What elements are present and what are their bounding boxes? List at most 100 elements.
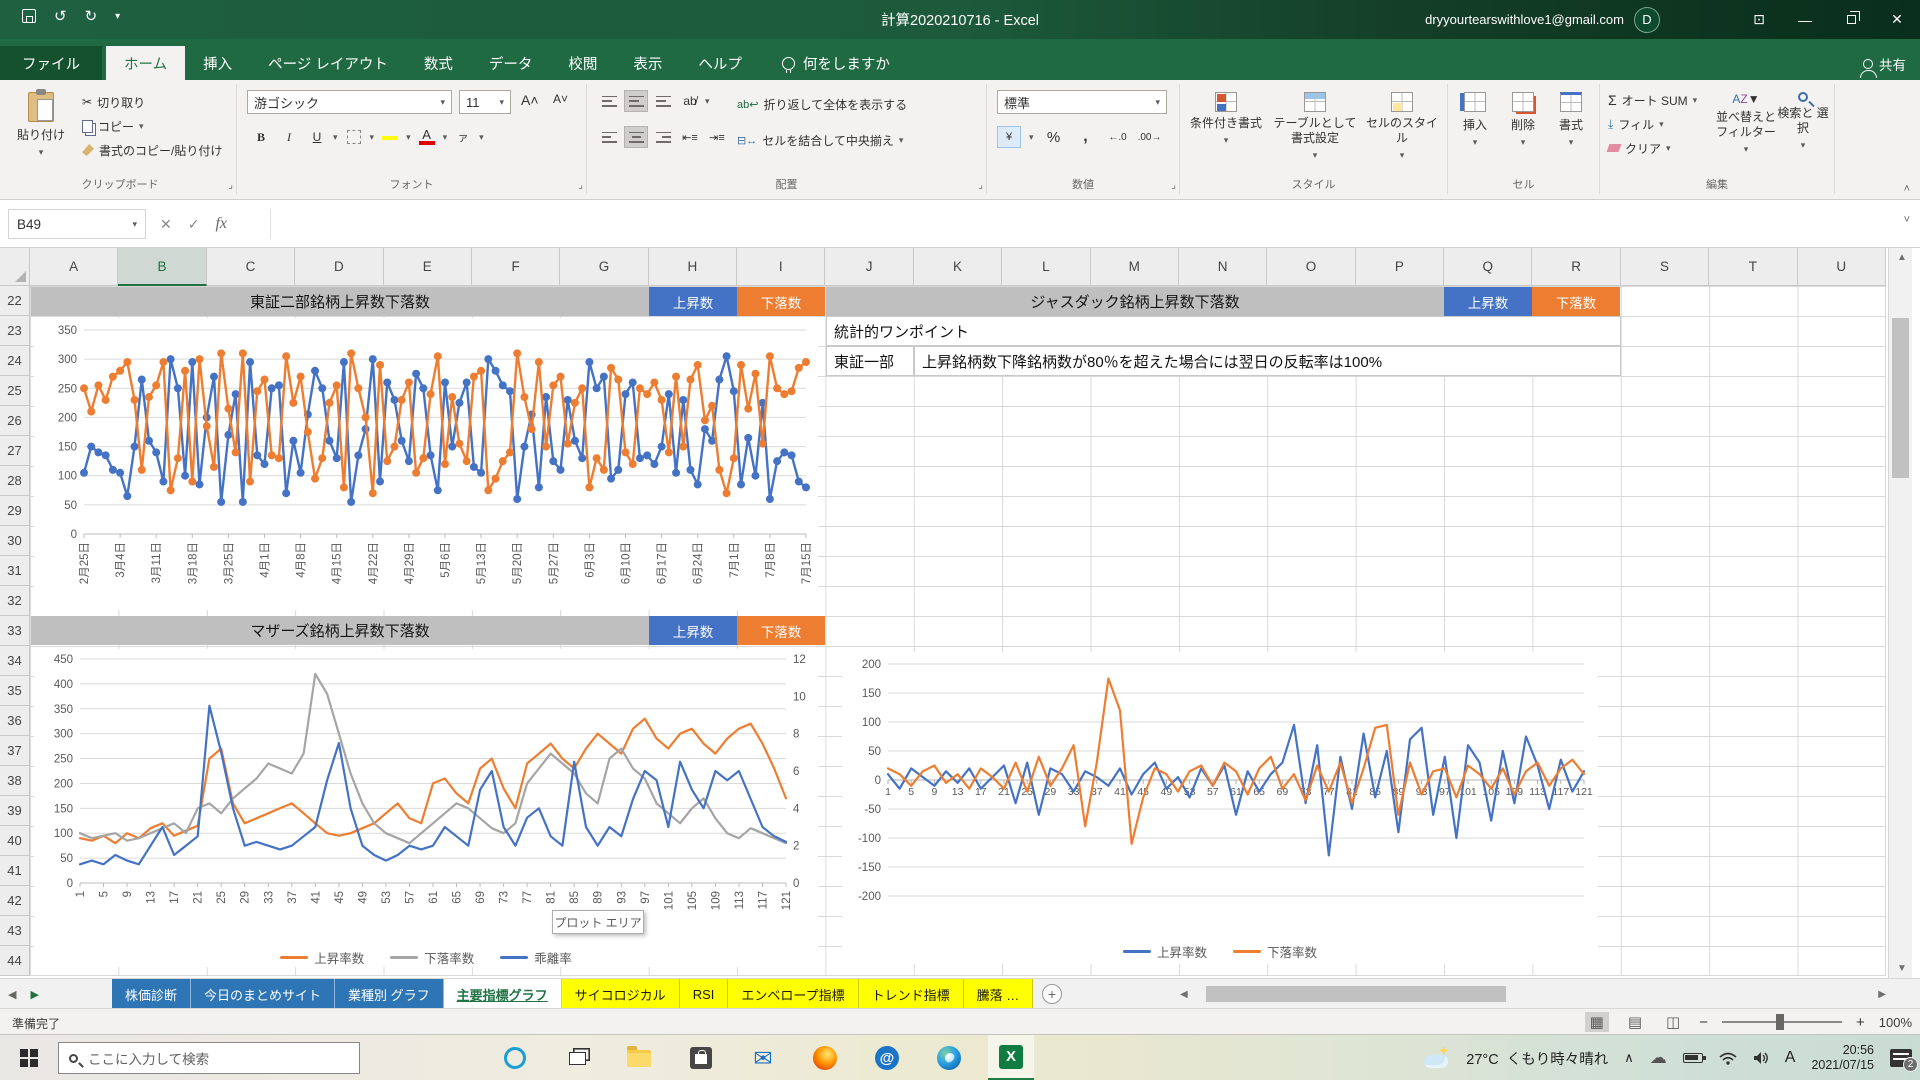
wrap-text-button[interactable]: ab↩折り返して全体を表示する [737, 92, 907, 116]
chart-tosho[interactable]: 0501001502002503003502月25日3月4日3月11日3月18日… [34, 318, 818, 610]
dialog-launcher-icon[interactable]: ⌟ [978, 180, 983, 191]
zoom-level[interactable]: 100% [1879, 1015, 1912, 1030]
sheet-tab[interactable]: エンベロープ指標 [728, 979, 858, 1009]
enter-icon[interactable]: ✓ [188, 216, 200, 233]
row-header-39[interactable]: 39 [0, 796, 30, 826]
row-header-43[interactable]: 43 [0, 916, 30, 946]
column-header-I[interactable]: I [737, 248, 825, 286]
scroll-up-icon[interactable]: ▲ [1897, 252, 1907, 263]
horizontal-scroll-thumb[interactable] [1206, 986, 1506, 1002]
tab-page-layout[interactable]: ページ レイアウト [250, 46, 406, 80]
row-header-27[interactable]: 27 [0, 436, 30, 466]
sheet-tab[interactable]: トレンド指標 [859, 979, 964, 1009]
sheet-tab[interactable]: 騰落 … [964, 979, 1034, 1009]
collapse-ribbon-icon[interactable]: ˄ [1904, 183, 1910, 195]
vertical-scrollbar[interactable]: ▲ ▼ [1888, 248, 1912, 978]
sheet-tab[interactable]: サイコロジカル [562, 979, 680, 1009]
row-header-23[interactable]: 23 [0, 316, 30, 346]
row-header-28[interactable]: 28 [0, 466, 30, 496]
chart-mothers[interactable]: 0501001502002503003504004500246810121591… [34, 649, 818, 967]
row-header-36[interactable]: 36 [0, 706, 30, 736]
scroll-down-icon[interactable]: ▼ [1897, 963, 1907, 974]
column-header-M[interactable]: M [1091, 248, 1179, 286]
ribbon-display-options-icon[interactable]: ⊡ [1736, 0, 1782, 39]
name-box[interactable]: B49▾ [8, 209, 146, 239]
store-button[interactable] [678, 1035, 724, 1080]
wifi-icon[interactable] [1719, 1051, 1737, 1065]
cell-tosho-title[interactable]: 東証二部銘柄上昇数下落数 [31, 287, 649, 316]
tab-help[interactable]: ヘルプ [680, 46, 760, 80]
align-center-button[interactable] [624, 126, 648, 148]
delete-cells-button[interactable]: 削除▾ [1500, 86, 1546, 148]
column-header-L[interactable]: L [1002, 248, 1090, 286]
font-size-select[interactable]: 11▾ [459, 90, 511, 114]
align-right-button[interactable] [651, 126, 675, 148]
restore-button[interactable] [1828, 0, 1874, 39]
column-header-H[interactable]: H [649, 248, 737, 286]
minimize-button[interactable]: — [1782, 0, 1828, 39]
cell-onepoint[interactable]: 統計的ワンポイント [826, 316, 1621, 346]
sheet-tab[interactable]: 今日のまとめサイト [191, 979, 335, 1009]
cell-jasdaq-title[interactable]: ジャスダック銘柄上昇数下落数 [826, 287, 1444, 316]
ime-mode[interactable]: A [1785, 1049, 1796, 1067]
autosum-button[interactable]: Σオート SUM▾ [1608, 88, 1697, 112]
tab-file[interactable]: ファイル [0, 46, 102, 80]
tab-data[interactable]: データ [471, 46, 551, 80]
vertical-scroll-thumb[interactable] [1892, 318, 1909, 478]
row-header-44[interactable]: 44 [0, 946, 30, 976]
badge-down-jasdaq[interactable]: 下落数 [1532, 287, 1620, 316]
increase-decimal-button[interactable]: ←.0 [1106, 126, 1130, 148]
taskbar-search-input[interactable]: ここに入力して検索 [58, 1042, 360, 1074]
decrease-decimal-button[interactable]: .00→ [1138, 126, 1162, 148]
dialog-launcher-icon[interactable]: ⌟ [578, 180, 583, 191]
insert-cells-button[interactable]: 挿入▾ [1452, 86, 1498, 148]
badge-up-jasdaq[interactable]: 上昇数 [1444, 287, 1532, 316]
italic-button[interactable]: I [277, 126, 301, 148]
row-header-24[interactable]: 24 [0, 346, 30, 376]
avatar[interactable]: D [1634, 7, 1660, 33]
percent-format-button[interactable]: % [1042, 126, 1066, 148]
tab-formulas[interactable]: 数式 [406, 46, 471, 80]
zoom-in-icon[interactable]: + [1856, 1014, 1865, 1031]
column-header-C[interactable]: C [207, 248, 295, 286]
align-middle-button[interactable] [624, 90, 648, 112]
row-header-22[interactable]: 22 [0, 286, 30, 316]
excel-taskbar-button[interactable]: X [988, 1035, 1034, 1080]
row-header-32[interactable]: 32 [0, 586, 30, 616]
cell-styles-button[interactable]: セルのスタイル▾ [1364, 86, 1440, 161]
page-layout-view-icon[interactable]: ▤ [1623, 1012, 1647, 1032]
insert-function-icon[interactable]: fx [215, 215, 227, 233]
new-sheet-button[interactable]: + [1042, 984, 1062, 1004]
cell-tosho1[interactable]: 東証一部 [826, 346, 914, 376]
paste-button[interactable]: 貼り付け▾ [10, 86, 72, 158]
row-header-42[interactable]: 42 [0, 886, 30, 916]
row-header-33[interactable]: 33 [0, 616, 30, 646]
sheet-tab[interactable]: 主要指標グラフ [444, 979, 562, 1009]
row-header-30[interactable]: 30 [0, 526, 30, 556]
badge-up-tosho[interactable]: 上昇数 [649, 287, 737, 316]
sheet-tab[interactable]: 株価診断 [112, 979, 191, 1009]
column-header-K[interactable]: K [914, 248, 1002, 286]
row-header-40[interactable]: 40 [0, 826, 30, 856]
hidden-icons-chevron-icon[interactable]: ∧ [1624, 1050, 1634, 1066]
dialog-launcher-icon[interactable]: ⌟ [1171, 180, 1176, 191]
tab-home[interactable]: ホーム [106, 46, 185, 80]
weather-temp[interactable]: 27°C [1466, 1052, 1498, 1068]
find-select-button[interactable]: 検索と 選択▾ [1778, 86, 1828, 151]
column-header-S[interactable]: S [1621, 248, 1709, 286]
firefox-button[interactable] [802, 1035, 848, 1080]
align-left-button[interactable] [597, 126, 621, 148]
conditional-formatting-button[interactable]: 条件付き書式▾ [1186, 86, 1266, 146]
clear-button[interactable]: クリア▾ [1608, 136, 1697, 160]
column-header-E[interactable]: E [384, 248, 472, 286]
account-email[interactable]: dryyourtearswithlove1@gmail.com [1425, 12, 1624, 27]
column-header-N[interactable]: N [1179, 248, 1267, 286]
weather-desc[interactable]: くもり時々晴れ [1507, 1052, 1609, 1068]
at-app-button[interactable]: @ [864, 1035, 910, 1080]
shrink-font-button[interactable]: A˅ [553, 92, 568, 106]
onedrive-cloud-icon[interactable]: ☁ [1650, 1048, 1667, 1068]
row-header-35[interactable]: 35 [0, 676, 30, 706]
zoom-out-icon[interactable]: − [1699, 1014, 1708, 1031]
cancel-icon[interactable]: ✕ [160, 216, 172, 233]
column-header-B[interactable]: B [118, 248, 206, 286]
